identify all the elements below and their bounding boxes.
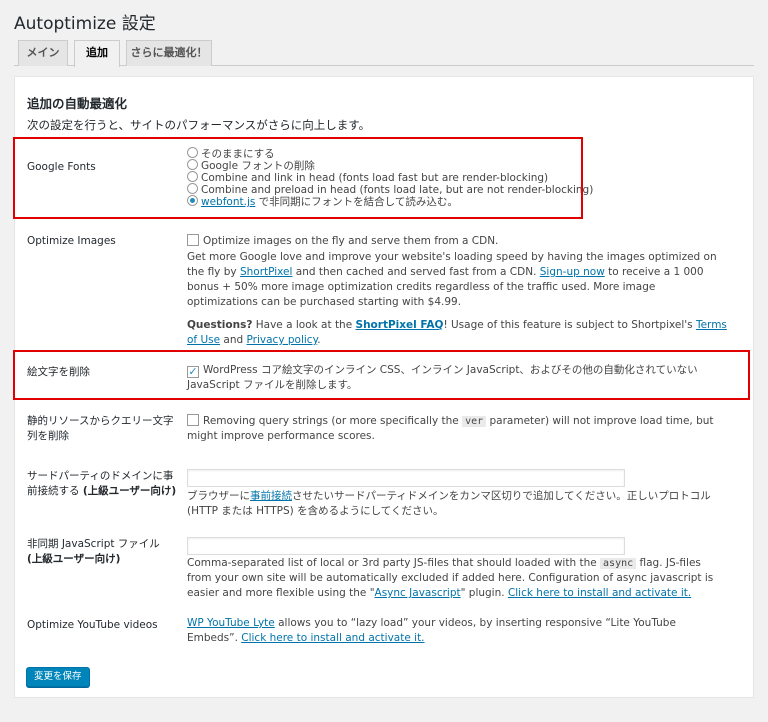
optimize-images-option[interactable]: Optimize images on the fly and serve the… [187, 234, 727, 247]
optimize-images-label: Optimize Images [27, 235, 116, 247]
youtube-install-link[interactable]: Click here to install and activate it. [241, 632, 424, 644]
youtube-label: Optimize YouTube videos [27, 619, 158, 631]
shortpixel-faq-link[interactable]: ShortPixel FAQ [356, 319, 444, 331]
optimize-images-questions: Questions? Have a look at the ShortPixel… [187, 319, 727, 346]
tab-optimize-more[interactable]: さらに最適化！ [126, 40, 212, 66]
highlight-box-google-fonts [13, 137, 583, 219]
async-js-description: Comma-separated list of local or 3rd par… [187, 557, 714, 599]
tab-bar: メイン 追加 さらに最適化！ [14, 39, 754, 67]
page-title: Autoptimize 設定 [14, 14, 156, 34]
preconnect-description: ブラウザーに事前接続させたいサードパーティドメインをカンマ区切りで追加してくださ… [187, 490, 711, 517]
preconnect-field: ブラウザーに事前接続させたいサードパーティドメインをカンマ区切りで追加してくださ… [187, 469, 727, 519]
optimize-images-description: Get more Google love and improve your we… [187, 251, 717, 308]
code-ver: ver [462, 416, 487, 427]
optimize-images-field: Optimize images on the fly and serve the… [187, 234, 727, 348]
query-strings-label: 静的リソースからクエリー文字列を削除 [27, 415, 174, 442]
shortpixel-link[interactable]: ShortPixel [240, 266, 292, 278]
code-async: async [600, 558, 637, 569]
tab-extra[interactable]: 追加 [74, 40, 120, 67]
preconnect-link[interactable]: 事前接続 [250, 490, 292, 502]
highlight-box-emoji [13, 350, 750, 400]
query-strings-checkbox[interactable] [187, 414, 199, 426]
async-install-link[interactable]: Click here to install and activate it. [508, 587, 691, 599]
async-js-field: Comma-separated list of local or 3rd par… [187, 537, 727, 601]
tab-main[interactable]: メイン [18, 40, 68, 66]
privacy-policy-link[interactable]: Privacy policy [247, 334, 318, 346]
section-title: 追加の自動最適化 [27, 96, 128, 111]
optimize-images-checkbox[interactable] [187, 234, 199, 246]
save-changes-button[interactable]: 変更を保存 [26, 667, 90, 687]
query-strings-field[interactable]: Removing query strings (or more specific… [187, 414, 727, 444]
async-javascript-link[interactable]: Async Javascript [375, 587, 461, 599]
youtube-field: WP YouTube Lyte allows you to “lazy load… [187, 617, 676, 644]
section-description: 次の設定を行うと、サイトのパフォーマンスがさらに向上します。 [27, 118, 371, 132]
wp-youtube-lyte-link[interactable]: WP YouTube Lyte [187, 617, 275, 629]
async-js-label: 非同期 JavaScript ファイル (上級ユーザー向け) [27, 538, 160, 565]
preconnect-label: サードパーティのドメインに事 前接続する (上級ユーザー向け) [27, 470, 177, 497]
async-js-input[interactable] [187, 537, 625, 555]
preconnect-input[interactable] [187, 469, 625, 487]
signup-link[interactable]: Sign-up now [540, 266, 605, 278]
